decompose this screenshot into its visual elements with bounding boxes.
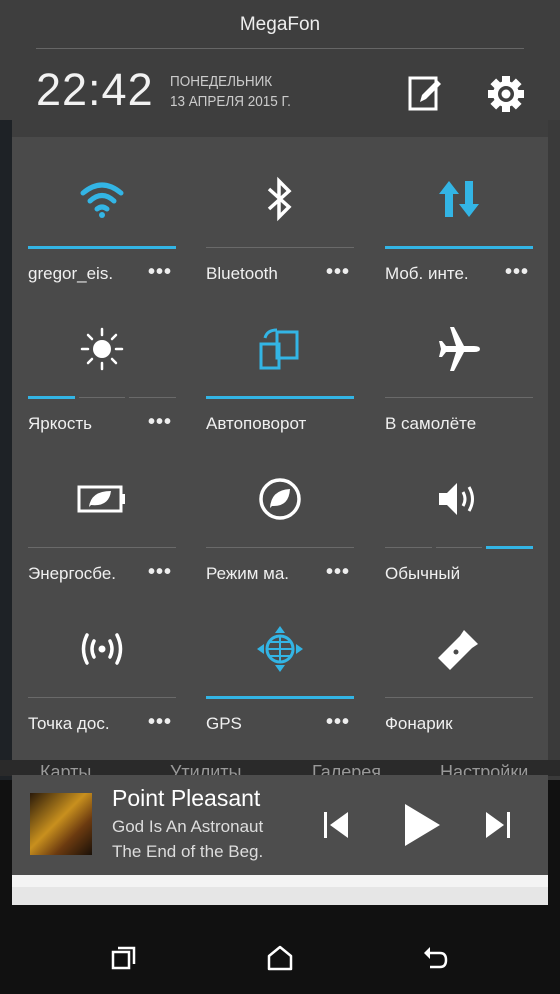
hotspot-icon — [81, 633, 123, 665]
song-title: Point Pleasant — [112, 785, 261, 811]
tile-label: Обычный — [385, 564, 461, 583]
sound-level[interactable] — [385, 546, 534, 549]
divider — [36, 48, 524, 49]
power-saver-icon — [77, 485, 125, 513]
wallpaper-edge-right — [548, 120, 560, 780]
recent-apps-icon[interactable] — [110, 944, 138, 972]
album-name: The End of the Beg. — [112, 842, 264, 861]
more-button[interactable]: ••• — [148, 411, 172, 434]
auto-rotate-icon — [259, 328, 299, 370]
app-label[interactable]: Карты — [40, 762, 91, 776]
wifi-state-bar — [28, 246, 176, 249]
tile-label: В самолёте — [385, 414, 477, 433]
tile-extreme-power-saver[interactable]: Режим ма. ••• — [206, 437, 354, 587]
hotspot-state-bar — [28, 697, 176, 698]
gps-icon — [257, 626, 303, 672]
flashlight-icon — [438, 630, 478, 670]
more-button[interactable]: ••• — [148, 711, 172, 734]
tile-wifi[interactable]: gregor_eis. ••• — [28, 137, 176, 287]
tile-label: GPS — [206, 714, 242, 733]
carrier-name: MegaFon — [239, 14, 321, 35]
tile-label: Автоповорот — [206, 414, 307, 433]
settings-gear-icon[interactable] — [480, 68, 532, 120]
tile-label: Режим ма. — [206, 564, 289, 583]
brightness-icon — [80, 327, 124, 371]
music-notification[interactable]: Point Pleasant God Is An Astronaut The E… — [12, 775, 548, 875]
tile-label: Bluetooth — [206, 264, 278, 283]
tile-brightness[interactable]: Яркость ••• — [28, 287, 177, 437]
flashlight-state-bar — [385, 697, 533, 698]
edit-icon[interactable] — [408, 74, 444, 117]
tile-label: Яркость — [28, 414, 92, 433]
tile-label: Энергосбе. — [28, 564, 117, 583]
clock[interactable]: 22:42 — [36, 64, 154, 116]
wifi-icon — [80, 182, 124, 218]
more-button[interactable]: ••• — [148, 561, 172, 584]
previous-track-icon[interactable] — [322, 810, 350, 840]
tile-power-saver[interactable]: Энергосбе. ••• — [28, 437, 176, 587]
weekday: ПОНЕДЕЛЬНИК — [170, 73, 273, 90]
album-art — [30, 793, 92, 855]
date-text: 13 АПРЕЛЯ 2015 Г. — [170, 93, 291, 110]
tile-flashlight[interactable]: Фонарик — [385, 587, 533, 737]
bluetooth-icon — [267, 176, 292, 222]
tile-airplane[interactable]: В самолёте — [385, 287, 533, 437]
navigation-bar — [0, 920, 560, 994]
brightness-level[interactable] — [28, 396, 177, 399]
tile-mobile-data[interactable]: Моб. инте. ••• — [385, 137, 533, 287]
tile-label: gregor_eis. — [28, 264, 114, 283]
quick-settings-panel: gregor_eis. ••• Bluetooth ••• Моб. инте.… — [12, 137, 548, 762]
app-label[interactable]: Галерея — [312, 762, 381, 776]
volume-icon — [439, 483, 474, 515]
tile-auto-rotate[interactable]: Автоповорот — [206, 287, 354, 437]
more-button[interactable]: ••• — [148, 261, 172, 284]
more-button[interactable]: ••• — [326, 261, 350, 284]
more-button[interactable]: ••• — [326, 711, 350, 734]
tile-gps[interactable]: GPS ••• — [206, 587, 354, 737]
tile-label: Моб. инте. — [385, 264, 469, 283]
next-track-icon[interactable] — [484, 810, 512, 840]
airplane-state-bar — [385, 397, 533, 398]
home-app-labels: Карты Утилиты Галерея Настройки — [0, 760, 560, 776]
power-saver-state-bar — [28, 547, 176, 548]
tile-label: Точка дос. — [28, 714, 110, 733]
mobile-data-state-bar — [385, 246, 533, 249]
airplane-icon — [439, 327, 480, 371]
app-label[interactable]: Утилиты — [170, 762, 241, 776]
gps-state-bar — [206, 696, 354, 699]
app-label[interactable]: Настройки — [440, 762, 528, 776]
home-icon[interactable] — [266, 944, 294, 972]
mobile-data-icon — [439, 181, 479, 217]
bluetooth-state-bar — [206, 247, 354, 248]
tile-hotspot[interactable]: Точка дос. ••• — [28, 587, 176, 737]
more-button[interactable]: ••• — [326, 561, 350, 584]
wallpaper-edge — [0, 120, 12, 780]
tile-label: Фонарик — [385, 714, 453, 733]
extreme-power-saver-state-bar — [206, 547, 354, 548]
extreme-power-saver-icon — [259, 478, 301, 520]
play-icon[interactable] — [402, 802, 442, 848]
date[interactable]: ПОНЕДЕЛЬНИК 13 АПРЕЛЯ 2015 Г. — [170, 72, 291, 112]
back-icon[interactable] — [422, 944, 450, 972]
artist-name: God Is An Astronaut — [112, 817, 264, 836]
notification-strip — [12, 875, 548, 905]
more-button[interactable]: ••• — [505, 261, 529, 284]
auto-rotate-state-bar — [206, 396, 354, 399]
tile-bluetooth[interactable]: Bluetooth ••• — [206, 137, 354, 287]
tile-sound-profile[interactable]: Обычный — [385, 437, 534, 587]
